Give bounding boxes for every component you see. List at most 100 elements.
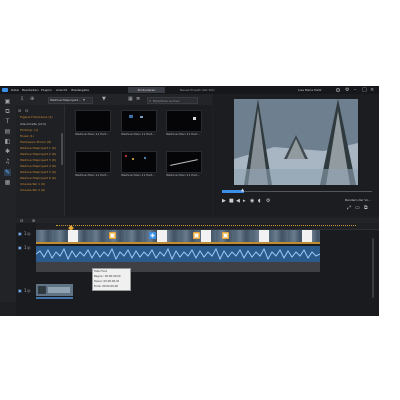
folder-item[interactable]: Weihnachtsprojekt 4 (6) xyxy=(20,164,56,168)
fx-room-icon[interactable]: ⧉ xyxy=(4,108,11,115)
media-thumbnail[interactable] xyxy=(75,110,111,132)
track-2-visibility-icon[interactable]: ◎ xyxy=(27,245,31,250)
pip-room-icon[interactable]: ◧ xyxy=(4,138,11,145)
thumbnail-content xyxy=(170,159,198,166)
waveform-path xyxy=(36,247,320,261)
media-thumbnail[interactable] xyxy=(75,151,111,173)
scrub-handle-icon[interactable]: ▲ xyxy=(241,188,244,192)
audio-volume-lane[interactable] xyxy=(36,262,320,272)
transition-block[interactable] xyxy=(157,230,167,242)
timeline-zoom-icon[interactable]: ⊟ xyxy=(20,218,23,223)
transition-block[interactable] xyxy=(302,230,312,242)
transition-block[interactable] xyxy=(201,230,211,242)
maximize-icon[interactable]: □ xyxy=(362,87,367,93)
thumbnail-label: Weihnachten 11 Part... xyxy=(166,173,201,177)
preview-panel: ▲ ▶ ■ ◀ ▸ ◉ ◖ ⚙ Rendern der Vo... ⤢ ▭ ⧉ xyxy=(214,94,379,216)
folder-item[interactable]: Hintergr. (1) xyxy=(20,128,38,132)
preview-video[interactable] xyxy=(234,99,358,185)
menu-view[interactable]: Ansicht xyxy=(56,88,67,92)
folder-item[interactable]: Alle Inhalte (113) xyxy=(20,122,46,126)
menu-bar: Datei Bearbeiten Plugins Ansicht Wiederg… xyxy=(0,86,379,94)
filter-icon[interactable]: ▼ xyxy=(102,97,106,102)
folder-item[interactable]: Weihnachtsprojekt 1 (6) xyxy=(20,146,56,150)
media-room-icon[interactable]: ▣ xyxy=(4,98,11,105)
clip-frames xyxy=(36,230,320,242)
play-icon[interactable]: ▶ xyxy=(222,198,226,204)
folder-item[interactable]: Halloween Promo (8) xyxy=(20,140,51,144)
folder-scrollbar[interactable] xyxy=(61,133,63,165)
transition-room-icon[interactable]: ▤ xyxy=(4,128,11,135)
tooltip-title: Falls Frost xyxy=(94,270,107,273)
menu-file[interactable]: Datei xyxy=(11,88,19,92)
transition-block[interactable] xyxy=(259,230,269,242)
help-icon[interactable] xyxy=(336,88,340,92)
folder-item[interactable]: Weihnachtsprojekt 6 (6) xyxy=(20,176,56,180)
import-icon[interactable]: ⇩ xyxy=(20,97,24,102)
thumbnail-content xyxy=(193,117,196,120)
folder-item[interactable]: Urlaubs-Teil 1 (6) xyxy=(20,182,45,186)
render-preview-label[interactable]: Rendern der Vo... xyxy=(345,198,377,202)
tooltip-line: Ende: 00:00:00;00 xyxy=(94,285,119,288)
folder-item[interactable]: Weihnachtsprojekt 5 (6) xyxy=(20,170,56,174)
plugin-icon[interactable]: ⊕ xyxy=(30,97,34,102)
list-view-icon[interactable]: ≣ xyxy=(136,97,140,102)
preview-scrub-bar[interactable] xyxy=(222,191,372,192)
folder-item[interactable]: Weihnachtsprojekt 3 (6) xyxy=(20,158,56,162)
timeline-tools-icon[interactable]: ⊞ xyxy=(32,218,35,223)
folder-item[interactable]: Weihnachtsprojekt 2 (6) xyxy=(20,152,56,156)
folder-item[interactable]: Urlaubs-Teil 2 (6) xyxy=(20,188,45,192)
effect-icon[interactable]: ▣ xyxy=(222,232,229,239)
effect-icon[interactable]: ▣ xyxy=(193,232,200,239)
title-room-icon[interactable]: T xyxy=(4,118,11,125)
folder-item[interactable]: Musik (1) xyxy=(20,134,34,138)
audio-mixing-icon[interactable]: ♫ xyxy=(4,158,11,165)
media-thumbnail[interactable] xyxy=(166,151,202,173)
volume-icon[interactable]: ◖ xyxy=(258,198,261,204)
track-1-visibility-icon[interactable]: ◎ xyxy=(27,231,31,236)
previous-frame-icon[interactable]: ◀ xyxy=(236,198,240,204)
detach-icon[interactable]: ⧉ xyxy=(364,205,368,211)
library-search-field[interactable]: ⌕ Bibliothek suchen xyxy=(147,97,198,104)
menu-edit[interactable]: Bearbeiten xyxy=(22,88,38,92)
settings-icon[interactable]: ⚙ xyxy=(345,87,349,93)
add-folder-icon[interactable]: ⊞ xyxy=(18,108,21,113)
user-name[interactable]: Lisa Marie Metz xyxy=(298,88,321,92)
timeline: ⊟ ⊞ ▣ 1 ◎ ▣ 1 ◎ ▣ 1 ◎ ▣ ◈ ▣ ▣ Falls Fros… xyxy=(16,218,379,316)
next-frame-icon[interactable]: ▸ xyxy=(243,198,246,204)
search-placeholder: Bibliothek suchen xyxy=(153,98,180,103)
audio-clip[interactable] xyxy=(36,246,320,262)
particle-room-icon[interactable]: ✱ xyxy=(4,148,11,155)
fullscreen-icon[interactable]: ⤢ xyxy=(347,205,351,211)
stop-icon[interactable]: ■ xyxy=(229,198,234,204)
thumbnail-content xyxy=(129,115,133,118)
track-3-visibility-icon[interactable]: ◎ xyxy=(27,288,31,293)
snapshot-icon[interactable]: ◉ xyxy=(250,198,254,204)
media-thumbnail[interactable] xyxy=(166,110,202,132)
track-2-lock-icon[interactable]: ▣ xyxy=(18,245,22,250)
grid-view-icon[interactable]: ▦ xyxy=(128,97,133,102)
video-clip[interactable]: ▣ ◈ ▣ ▣ xyxy=(36,230,320,242)
effect-icon[interactable]: ▣ xyxy=(109,232,116,239)
media-thumbnail[interactable] xyxy=(121,151,157,173)
subtitle-room-icon[interactable]: ▦ xyxy=(4,179,11,186)
timeline-scrollbar[interactable] xyxy=(372,238,374,298)
menu-playback[interactable]: Wiedergabe xyxy=(71,88,89,92)
minimize-icon[interactable]: – xyxy=(354,87,357,93)
track-3-lock-icon[interactable]: ▣ xyxy=(18,288,22,293)
video-clip-small[interactable] xyxy=(36,284,73,296)
produce-button[interactable]: Produzieren xyxy=(128,87,165,93)
settings-icon[interactable]: ⚙ xyxy=(266,198,270,204)
display-icon[interactable]: ▭ xyxy=(355,205,360,211)
menu-plugins[interactable]: Plugins xyxy=(41,88,52,92)
folder-item[interactable]: Eigene Fotovideos (2) xyxy=(20,115,53,119)
content-dropdown[interactable]: Weihnachtsprojekt... xyxy=(48,97,93,104)
thumbnail-content xyxy=(140,116,143,118)
close-icon[interactable]: × xyxy=(370,87,374,93)
media-thumbnail[interactable] xyxy=(121,110,157,132)
track-1-lock-icon[interactable]: ▣ xyxy=(18,231,22,236)
transition-block[interactable] xyxy=(68,230,78,242)
project-title: Neues Projekt (Ver Pot) xyxy=(180,88,215,92)
remove-folder-icon[interactable]: ⊟ xyxy=(25,108,28,113)
chapter-room-icon[interactable]: ✎ xyxy=(4,169,11,176)
effect-icon[interactable]: ◈ xyxy=(149,232,156,239)
